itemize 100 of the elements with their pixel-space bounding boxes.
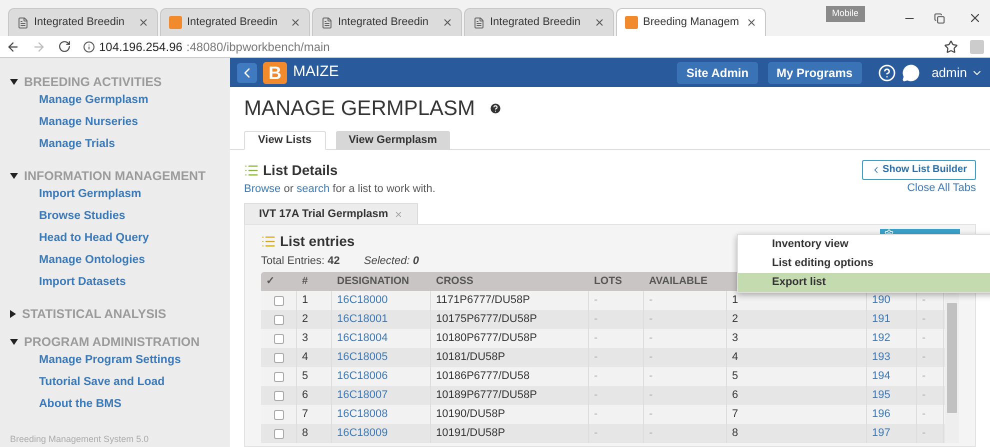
- close-icon[interactable]: [594, 17, 605, 28]
- cell-link[interactable]: 16C18001: [337, 311, 388, 328]
- table-cell-text: 10175P6777/DU58P: [436, 312, 537, 328]
- page-tab[interactable]: View Lists: [244, 130, 326, 150]
- section-header[interactable]: BREEDING ACTIVITIES: [10, 72, 230, 92]
- show-list-builder-button[interactable]: Show List Builder: [862, 160, 976, 180]
- table-cell-text: -: [649, 331, 653, 346]
- logo: B: [263, 62, 287, 84]
- browse-link[interactable]: Browse: [244, 182, 281, 194]
- restore-icon[interactable]: [934, 13, 945, 24]
- cell-link[interactable]: 192: [872, 330, 890, 347]
- browser-tab[interactable]: Breeding Managem: [616, 8, 766, 36]
- table-cell-text: 1: [302, 293, 308, 308]
- column-header[interactable]: LOTS: [594, 274, 622, 287]
- user-menu[interactable]: admin: [932, 62, 983, 82]
- select-all-header[interactable]: ✓: [266, 274, 275, 287]
- list-search-icon: [244, 162, 259, 178]
- row-checkbox[interactable]: [274, 372, 284, 382]
- row-checkbox[interactable]: [274, 410, 284, 420]
- section-header[interactable]: INFORMATION MANAGEMENT: [10, 166, 230, 186]
- scrollbar[interactable]: [945, 291, 959, 443]
- close-icon[interactable]: [746, 17, 757, 28]
- cell-link[interactable]: 16C18008: [337, 406, 388, 423]
- section-header[interactable]: PROGRAM ADMINISTRATION: [10, 332, 230, 352]
- address-bar[interactable]: 104.196.254.96 :48080/ibpworkbench/main: [83, 38, 932, 56]
- sidebar-link[interactable]: Manage Ontologies: [10, 252, 146, 274]
- menu-item[interactable]: Inventory view: [738, 235, 990, 254]
- help-icon[interactable]: [489, 102, 502, 116]
- browser-tab[interactable]: Integrated Breedin: [464, 8, 614, 36]
- cell-link[interactable]: 197: [872, 425, 890, 442]
- browser-tab[interactable]: Integrated Breedin: [160, 8, 310, 36]
- table-cell-text: 2: [732, 312, 738, 328]
- list-tab[interactable]: IVT 17A Trial Germplasm: [244, 203, 418, 224]
- caret-icon[interactable]: [10, 173, 18, 179]
- page-tab[interactable]: View Germplasm: [336, 130, 450, 150]
- bookmark-star-icon[interactable]: [944, 40, 958, 54]
- close-all-tabs-link[interactable]: Close All Tabs: [907, 180, 976, 196]
- header-button[interactable]: My Programs: [768, 62, 862, 84]
- chat-icon[interactable]: [902, 64, 920, 82]
- cell-link[interactable]: 16C18007: [337, 387, 388, 404]
- reload-icon[interactable]: [58, 40, 71, 53]
- header-button[interactable]: Site Admin: [677, 62, 758, 84]
- column-header[interactable]: #: [302, 274, 308, 287]
- browser-tab[interactable]: Integrated Breedin: [8, 8, 158, 36]
- cell-link[interactable]: 16C18006: [337, 368, 388, 385]
- row-checkbox[interactable]: [274, 428, 284, 438]
- cell-link[interactable]: 16C18000: [337, 292, 388, 309]
- table-cell-text: 4: [302, 350, 308, 366]
- column-header[interactable]: CROSS: [436, 274, 474, 287]
- sidebar-link[interactable]: Head to Head Query: [10, 230, 149, 252]
- cell-link[interactable]: 191: [872, 311, 890, 328]
- sidebar-link[interactable]: Manage Program Settings: [10, 352, 181, 374]
- close-icon[interactable]: [290, 17, 301, 28]
- caret-icon[interactable]: [10, 339, 18, 345]
- row-checkbox[interactable]: [274, 296, 284, 306]
- cell-link[interactable]: 16C18005: [337, 349, 388, 366]
- cell-link[interactable]: 195: [872, 387, 890, 404]
- sidebar-link[interactable]: Manage Nurseries: [10, 114, 138, 136]
- sidebar-link[interactable]: Import Datasets: [10, 274, 126, 296]
- cell-link[interactable]: 193: [872, 349, 890, 366]
- search-link[interactable]: search: [296, 182, 330, 194]
- selected-count: Selected: 0: [364, 254, 419, 269]
- cell-link[interactable]: 16C18009: [337, 425, 388, 442]
- table-cell-text: -: [922, 350, 926, 366]
- sidebar-link[interactable]: Tutorial Save and Load: [10, 374, 165, 396]
- help-icon[interactable]: [878, 64, 896, 82]
- cell-link[interactable]: 190: [872, 292, 890, 309]
- section-header[interactable]: STATISTICAL ANALYSIS: [10, 304, 230, 324]
- browser-tab[interactable]: Integrated Breedin: [312, 8, 462, 36]
- sidebar-link[interactable]: Manage Germplasm: [10, 92, 148, 114]
- profile-badge[interactable]: Mobile: [826, 6, 865, 22]
- sidebar-link[interactable]: About the BMS: [10, 396, 122, 418]
- table-cell-text: -: [649, 312, 653, 328]
- table-cell-text: 10180P6777/DU58P: [436, 331, 537, 346]
- close-icon[interactable]: [138, 17, 149, 28]
- table-cell-text: 7: [732, 407, 738, 422]
- menu-item[interactable]: Export list: [738, 273, 990, 292]
- column-header[interactable]: AVAILABLE: [649, 274, 708, 287]
- sidebar-link[interactable]: Manage Trials: [10, 136, 116, 158]
- close-icon[interactable]: [442, 17, 453, 28]
- sidebar-link[interactable]: Browse Studies: [10, 208, 126, 230]
- sidebar-link[interactable]: Import Germplasm: [10, 186, 142, 208]
- row-checkbox[interactable]: [274, 334, 284, 344]
- table-cell-text: -: [594, 407, 598, 422]
- back-button[interactable]: [237, 62, 257, 82]
- cell-link[interactable]: 16C18004: [337, 330, 388, 347]
- back-icon[interactable]: [6, 40, 20, 54]
- cell-link[interactable]: 196: [872, 406, 890, 423]
- caret-icon[interactable]: [10, 79, 18, 85]
- column-header[interactable]: DESIGNATION: [337, 274, 410, 287]
- cell-link[interactable]: 194: [872, 368, 890, 385]
- row-checkbox[interactable]: [274, 390, 284, 400]
- table-cell-text: -: [922, 293, 926, 308]
- row-checkbox[interactable]: [274, 352, 284, 362]
- close-icon[interactable]: [968, 11, 982, 25]
- row-checkbox[interactable]: [274, 314, 284, 324]
- username: admin: [932, 64, 967, 82]
- caret-icon[interactable]: [10, 310, 16, 318]
- table-cell-text: 10181/DU58P: [436, 350, 506, 366]
- table-cell-text: 1171P6777/DU58P: [436, 293, 530, 308]
